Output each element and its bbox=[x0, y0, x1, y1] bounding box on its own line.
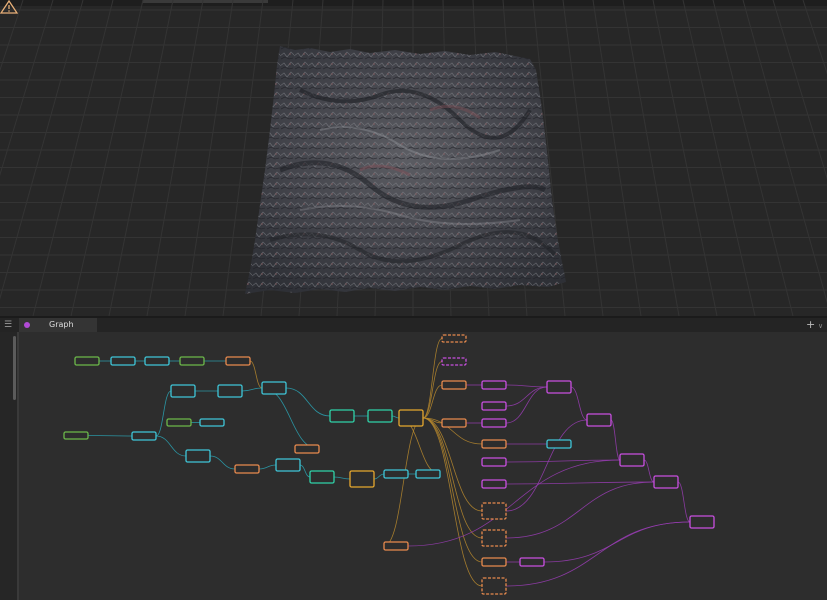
graph-node[interactable] bbox=[275, 458, 301, 472]
graph-node[interactable] bbox=[261, 381, 287, 395]
node-wire bbox=[333, 476, 351, 480]
graph-node[interactable] bbox=[367, 409, 393, 423]
node-wire bbox=[422, 417, 483, 563]
terrain-mesh bbox=[245, 46, 566, 294]
graph-node[interactable] bbox=[225, 356, 251, 366]
graph-node[interactable] bbox=[441, 357, 467, 366]
graph-node[interactable] bbox=[441, 380, 467, 390]
grid-line bbox=[0, 0, 84, 300]
node-wire bbox=[422, 338, 443, 419]
graph-node[interactable] bbox=[481, 380, 507, 390]
3d-viewport[interactable] bbox=[0, 0, 827, 316]
graph-node[interactable] bbox=[586, 413, 612, 427]
grid-line bbox=[742, 0, 827, 304]
graph-node[interactable] bbox=[519, 557, 545, 567]
graph-node[interactable] bbox=[294, 444, 320, 454]
graph-node[interactable] bbox=[144, 356, 170, 366]
graph-node[interactable] bbox=[185, 449, 211, 463]
graph-node[interactable] bbox=[546, 380, 572, 394]
graph-node[interactable] bbox=[131, 431, 157, 441]
graph-node[interactable] bbox=[481, 418, 507, 428]
node-wire bbox=[677, 481, 691, 523]
node-wire bbox=[155, 435, 187, 457]
graph-node[interactable] bbox=[441, 418, 467, 428]
node-wire bbox=[505, 481, 655, 539]
node-wire bbox=[299, 464, 311, 478]
node-wire bbox=[87, 435, 133, 437]
graph-node[interactable] bbox=[309, 470, 335, 484]
node-wire bbox=[505, 521, 691, 587]
terrain-viewport-svg[interactable] bbox=[0, 0, 827, 316]
grid-line bbox=[592, 0, 642, 316]
node-wire bbox=[241, 387, 263, 392]
node-wire bbox=[610, 419, 621, 461]
node-wire bbox=[373, 473, 385, 480]
graph-panel: ☰ Graph + ∨ bbox=[0, 318, 827, 600]
graph-node[interactable] bbox=[234, 464, 260, 474]
node-wire bbox=[391, 415, 400, 419]
node-wire bbox=[209, 455, 236, 470]
node-wire bbox=[261, 387, 320, 450]
graph-node[interactable] bbox=[349, 470, 375, 488]
grid-line bbox=[184, 0, 234, 316]
grid-line bbox=[0, 0, 24, 72]
grid-line bbox=[802, 0, 827, 75]
graph-node[interactable] bbox=[63, 431, 89, 440]
graph-node[interactable] bbox=[74, 356, 100, 366]
node-wire bbox=[505, 384, 548, 388]
graph-node[interactable] bbox=[110, 356, 136, 366]
graph-node[interactable] bbox=[170, 384, 196, 398]
graph-node[interactable] bbox=[383, 541, 409, 551]
grid-line bbox=[108, 0, 174, 316]
graph-node[interactable] bbox=[481, 557, 507, 567]
grid-line bbox=[70, 0, 144, 316]
graph-node[interactable] bbox=[217, 384, 243, 398]
graph-node[interactable] bbox=[653, 475, 679, 489]
graph-node[interactable] bbox=[481, 439, 507, 449]
node-wire bbox=[285, 387, 331, 417]
node-wire bbox=[505, 419, 588, 512]
node-graph-canvas[interactable] bbox=[0, 318, 827, 600]
graph-node[interactable] bbox=[179, 356, 205, 366]
graph-node[interactable] bbox=[199, 418, 225, 427]
grid-line bbox=[562, 0, 604, 316]
graph-node[interactable] bbox=[481, 529, 507, 547]
graph-node[interactable] bbox=[689, 515, 715, 529]
grid-line bbox=[622, 0, 680, 316]
graph-node[interactable] bbox=[619, 453, 645, 467]
grid-line bbox=[652, 0, 718, 316]
graph-node[interactable] bbox=[441, 334, 467, 343]
graph-node[interactable] bbox=[415, 469, 441, 479]
node-wire bbox=[422, 417, 483, 512]
graph-node[interactable] bbox=[481, 401, 507, 411]
grid-line bbox=[712, 0, 794, 316]
node-wire bbox=[570, 386, 588, 421]
node-wire bbox=[383, 417, 424, 547]
graph-node[interactable] bbox=[398, 409, 424, 427]
node-wire bbox=[422, 361, 443, 419]
graph-node[interactable] bbox=[383, 469, 409, 479]
graph-node[interactable] bbox=[546, 439, 572, 449]
node-wire bbox=[249, 360, 263, 389]
node-wire bbox=[643, 459, 655, 483]
node-wire bbox=[258, 464, 277, 470]
warning-icon[interactable] bbox=[0, 0, 18, 14]
graph-node[interactable] bbox=[481, 502, 507, 520]
graph-node[interactable] bbox=[481, 479, 507, 489]
grid-line bbox=[682, 0, 756, 316]
graph-node[interactable] bbox=[481, 457, 507, 467]
grid-line bbox=[32, 0, 114, 316]
graph-node[interactable] bbox=[481, 577, 507, 595]
node-wire bbox=[155, 390, 172, 437]
grid-line bbox=[146, 0, 204, 316]
graph-nodes bbox=[63, 334, 715, 595]
graph-node[interactable] bbox=[329, 409, 355, 423]
node-wire bbox=[505, 386, 548, 407]
graph-node[interactable] bbox=[166, 418, 192, 427]
